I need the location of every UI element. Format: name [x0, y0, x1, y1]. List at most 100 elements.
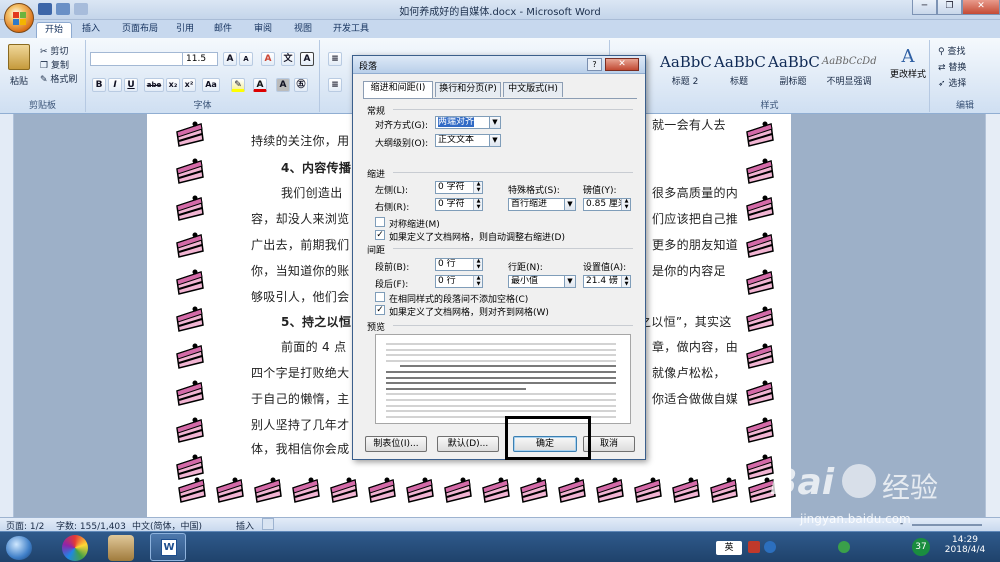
- document-line[interactable]: 章，做内容，由: [652, 338, 738, 355]
- document-line[interactable]: 我们创造出: [281, 184, 343, 201]
- bullets-icon[interactable]: ≡: [328, 52, 342, 66]
- outline-level-select[interactable]: 正文文本 ▼: [435, 134, 501, 147]
- document-line[interactable]: 四个字是打败绝大: [251, 364, 349, 381]
- tab-mailings[interactable]: 邮件: [208, 22, 238, 38]
- shrink-font-button[interactable]: A: [239, 52, 253, 66]
- phonetic-guide-button[interactable]: 文: [281, 52, 295, 66]
- chevron-down-icon[interactable]: ▼: [564, 199, 575, 210]
- superscript-button[interactable]: x²: [182, 78, 196, 92]
- paste-icon[interactable]: [8, 44, 30, 70]
- start-button-icon[interactable]: [6, 536, 32, 560]
- tab-indents-spacing[interactable]: 缩进和间距(I): [363, 81, 433, 98]
- browser-icon[interactable]: [62, 535, 88, 561]
- dialog-close-button[interactable]: ✕: [605, 58, 639, 71]
- special-indent-select[interactable]: 首行缩进 ▼: [508, 198, 576, 211]
- char-border-button[interactable]: A: [300, 52, 314, 66]
- help-tray-icon[interactable]: [764, 541, 776, 553]
- close-button[interactable]: ✕: [962, 0, 1000, 15]
- security-tray-icon[interactable]: [838, 541, 850, 553]
- minimize-button[interactable]: ─: [912, 0, 937, 15]
- document-line[interactable]: 体，我相信你会成: [251, 440, 349, 457]
- tab-review[interactable]: 审阅: [248, 22, 278, 38]
- mirror-indents-checkbox[interactable]: [375, 217, 385, 227]
- document-line[interactable]: 更多的朋友知道: [652, 236, 738, 253]
- document-line[interactable]: 是你的内容足: [652, 262, 726, 279]
- document-line[interactable]: 别人坚持了几年才: [251, 416, 349, 433]
- word-taskbar-button[interactable]: W: [150, 533, 186, 561]
- paste-label[interactable]: 粘贴: [10, 74, 28, 87]
- document-line[interactable]: 很多高质量的内: [652, 184, 738, 201]
- redo-icon[interactable]: [74, 3, 88, 15]
- document-line[interactable]: 之以恒”，其实这: [639, 313, 732, 330]
- tab-insert[interactable]: 插入: [76, 22, 106, 38]
- document-line[interactable]: 你，当知道你的账: [251, 262, 349, 279]
- tabs-button[interactable]: 制表位(I)...: [365, 436, 427, 452]
- style-subtitle[interactable]: AaBbC 副标题: [768, 50, 820, 94]
- document-line[interactable]: 5、持之以恒: [281, 313, 351, 330]
- document-line[interactable]: 持续的关注你，用: [251, 132, 349, 149]
- set-default-button[interactable]: 默认(D)...: [437, 436, 499, 452]
- line-spacing-at-input[interactable]: 21.4 磅 ▲ ▼: [583, 275, 631, 288]
- change-case-button[interactable]: Aa: [202, 78, 220, 92]
- document-line[interactable]: 们应该把自己推: [652, 210, 738, 227]
- document-line[interactable]: 就一会有人去: [652, 116, 726, 133]
- style-title[interactable]: AaBbC 标题: [714, 50, 766, 94]
- tab-developer[interactable]: 开发工具: [328, 22, 374, 38]
- document-line[interactable]: 就像卢松松，: [652, 364, 726, 381]
- ime-indicator[interactable]: 英: [716, 541, 742, 555]
- font-name-box[interactable]: [90, 52, 188, 66]
- highlight-icon[interactable]: ✎: [231, 78, 245, 92]
- vertical-scrollbar[interactable]: [985, 114, 1000, 517]
- tab-line-page-breaks[interactable]: 换行和分页(P): [435, 82, 501, 97]
- bold-button[interactable]: B: [92, 78, 106, 92]
- spinner-icon[interactable]: ▲ ▼: [473, 259, 482, 270]
- no-space-same-style-checkbox[interactable]: [375, 292, 385, 302]
- macro-icon[interactable]: [262, 518, 274, 530]
- style-heading2[interactable]: AaBbC 标题 2: [660, 50, 712, 94]
- replace-button[interactable]: ⇄ 替换: [938, 60, 966, 73]
- restore-button[interactable]: ❐: [937, 0, 962, 15]
- tab-page-layout[interactable]: 页面布局: [115, 22, 165, 38]
- help-button[interactable]: ?: [587, 58, 602, 71]
- spinner-icon[interactable]: ▲ ▼: [473, 199, 482, 210]
- tab-asian-typography[interactable]: 中文版式(H): [503, 82, 563, 97]
- enclose-char-icon[interactable]: ㊄: [294, 78, 308, 92]
- copy-button[interactable]: ❐ 复制: [40, 58, 69, 71]
- italic-button[interactable]: I: [108, 78, 122, 92]
- document-line[interactable]: 前面的 4 点: [281, 338, 346, 355]
- grow-font-button[interactable]: A: [223, 52, 237, 66]
- auto-adjust-indent-checkbox[interactable]: ✓: [375, 230, 385, 240]
- format-painter-button[interactable]: ✎ 格式刷: [40, 72, 77, 85]
- spinner-icon[interactable]: ▲ ▼: [621, 276, 630, 287]
- chevron-down-icon[interactable]: ▼: [564, 276, 575, 287]
- align-left-icon[interactable]: ≡: [328, 78, 342, 92]
- right-indent-input[interactable]: 0 字符 ▲ ▼: [435, 198, 483, 211]
- paint-icon[interactable]: [108, 535, 134, 561]
- underline-button[interactable]: U: [124, 78, 138, 92]
- chevron-down-icon[interactable]: ▼: [489, 135, 500, 146]
- office-button[interactable]: [4, 3, 34, 33]
- indent-by-input[interactable]: 0.85 厘米 ▲ ▼: [583, 198, 631, 211]
- snap-to-grid-checkbox[interactable]: ✓: [375, 305, 385, 315]
- chevron-down-icon[interactable]: ▼: [489, 117, 500, 128]
- tab-references[interactable]: 引用: [170, 22, 200, 38]
- spinner-icon[interactable]: ▲ ▼: [621, 199, 630, 210]
- tab-view[interactable]: 视图: [288, 22, 318, 38]
- font-size-box[interactable]: 11.5: [182, 52, 218, 66]
- clear-format-button[interactable]: A: [261, 52, 275, 66]
- document-line[interactable]: 广出去，前期我们: [251, 236, 349, 253]
- select-button[interactable]: ➶ 选择: [938, 76, 966, 89]
- spinner-icon[interactable]: ▲ ▼: [473, 182, 482, 193]
- document-line[interactable]: 你适合做做自媒: [652, 390, 738, 407]
- document-line[interactable]: 4、内容传播: [281, 159, 351, 176]
- font-color-button[interactable]: A: [253, 78, 267, 92]
- document-line[interactable]: 容，却没人来浏览: [251, 210, 349, 227]
- undo-icon[interactable]: [56, 3, 70, 15]
- find-button[interactable]: ⚲ 查找: [938, 44, 965, 57]
- space-before-input[interactable]: 0 行 ▲ ▼: [435, 258, 483, 271]
- save-icon[interactable]: [38, 3, 52, 15]
- space-after-input[interactable]: 0 行 ▲ ▼: [435, 275, 483, 288]
- tray-icon[interactable]: [748, 541, 760, 553]
- strikethrough-button[interactable]: abe: [144, 78, 164, 92]
- change-styles-button[interactable]: A 更改样式: [888, 46, 928, 80]
